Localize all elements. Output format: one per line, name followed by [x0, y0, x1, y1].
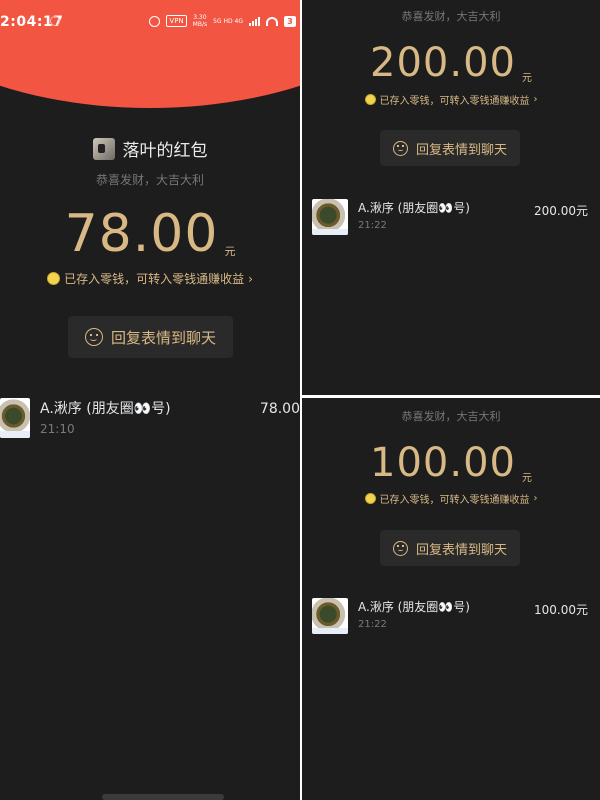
status-bar: 2:04:17 VPN 3.30 MB/s 5G HD 4G 3 — [0, 8, 300, 34]
receiver-amount: 100.00元 — [534, 603, 588, 617]
coin-icon — [364, 493, 376, 504]
amount-unit: 元 — [224, 245, 236, 258]
receiver-row[interactable]: A.湫序 (朋友圈👀号) 21:10 — [0, 398, 171, 438]
signal-icon — [249, 16, 260, 26]
sender-row: 落叶的红包 — [0, 136, 300, 161]
greeting-text: 恭喜发财，大吉大利 — [401, 410, 501, 423]
amount-value: 78.00 — [64, 204, 219, 264]
chevron-right-icon: › — [248, 271, 253, 286]
reply-emoji-button[interactable]: 回复表情到聊天 — [380, 530, 520, 566]
battery-icon: 3 — [284, 15, 296, 27]
status-icons: VPN 3.30 MB/s 5G HD 4G 3 — [149, 14, 296, 28]
receiver-avatar — [312, 199, 348, 235]
amount-line: 78.00 元 — [0, 203, 300, 265]
red-packet-detail-right-top: 恭喜发财，大吉大利 200.00 元 已存入零钱，可转入零钱通赚收益 › 回复表… — [302, 0, 600, 395]
receiver-row[interactable]: A.湫序 (朋友圈👀号) 21:22 — [312, 199, 470, 235]
amount-line: 200.00 元 — [302, 38, 600, 88]
reply-emoji-button[interactable]: 回复表情到聊天 — [68, 316, 233, 358]
smile-icon — [392, 140, 408, 156]
network-type: 5G HD 4G — [213, 17, 243, 25]
amount-value: 100.00 — [370, 440, 516, 486]
saved-note-text: 已存入零钱，可转入零钱通赚收益 — [64, 272, 245, 286]
amount-unit: 元 — [521, 73, 532, 84]
sender-name: 落叶的红包 — [122, 141, 208, 161]
receiver-time: 21:22 — [358, 220, 387, 231]
greeting-text: 恭喜发财，大吉大利 — [401, 10, 501, 23]
vpn-badge: VPN — [166, 15, 187, 27]
receiver-time: 21:10 — [40, 422, 75, 436]
receiver-avatar — [312, 598, 348, 634]
reply-button-label: 回复表情到聊天 — [110, 328, 216, 347]
chevron-right-icon: › — [533, 94, 538, 105]
reply-button-label: 回复表情到聊天 — [415, 542, 507, 558]
receiver-amount: 200.00元 — [534, 204, 588, 218]
coin-icon — [364, 94, 376, 105]
chevron-right-icon: › — [533, 493, 538, 504]
amount-unit: 元 — [521, 473, 532, 484]
saved-note-text: 已存入零钱，可转入零钱通赚收益 — [379, 495, 530, 506]
saved-note-link[interactable]: 已存入零钱，可转入零钱通赚收益 › — [302, 491, 600, 506]
wifi-icon — [266, 16, 278, 26]
receiver-avatar — [0, 398, 30, 438]
notification-icon — [50, 16, 60, 26]
red-packet-detail-right-bottom: 恭喜发财，大吉大利 100.00 元 已存入零钱，可转入零钱通赚收益 › 回复表… — [302, 398, 600, 800]
receiver-row[interactable]: A.湫序 (朋友圈👀号) 21:22 — [312, 598, 470, 634]
receiver-time: 21:22 — [358, 619, 387, 630]
reply-emoji-button[interactable]: 回复表情到聊天 — [380, 130, 520, 166]
receiver-name: A.湫序 (朋友圈👀号) — [358, 600, 470, 614]
greeting-text: 恭喜发财，大吉大利 — [95, 173, 204, 187]
smile-icon — [84, 328, 103, 346]
saved-note-link[interactable]: 已存入零钱，可转入零钱通赚收益 › — [302, 92, 600, 107]
home-indicator — [102, 794, 224, 800]
receiver-name: A.湫序 (朋友圈👀号) — [358, 201, 470, 215]
network-speed: 3.30 MB/s — [192, 14, 208, 28]
coin-icon — [47, 272, 61, 285]
reply-button-label: 回复表情到聊天 — [415, 142, 507, 158]
saved-note-text: 已存入零钱，可转入零钱通赚收益 — [379, 96, 530, 107]
receiver-name: A.湫序 (朋友圈👀号) — [40, 401, 171, 417]
receiver-amount: 78.00 — [259, 401, 300, 417]
amount-value: 200.00 — [370, 40, 516, 86]
alarm-icon — [149, 15, 161, 27]
sender-avatar — [92, 137, 115, 160]
smile-icon — [392, 540, 408, 556]
amount-line: 100.00 元 — [302, 438, 600, 488]
saved-note-link[interactable]: 已存入零钱，可转入零钱通赚收益 › — [0, 270, 300, 287]
red-packet-detail-left: 2:04:17 VPN 3.30 MB/s 5G HD 4G 3 落叶的红包 恭… — [0, 0, 300, 800]
